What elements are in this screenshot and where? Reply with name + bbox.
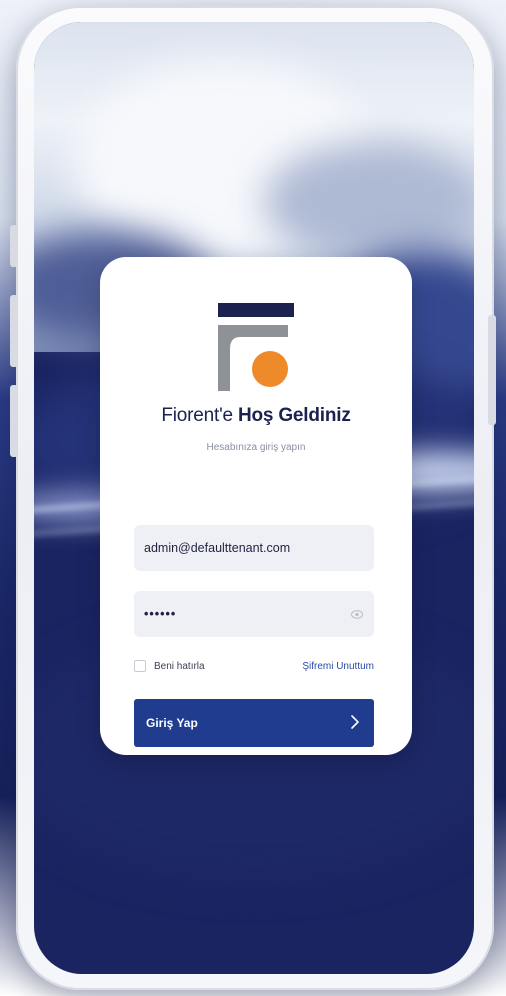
welcome-subtitle: Hesabınıza giriş yapın bbox=[206, 442, 306, 453]
remember-checkbox[interactable] bbox=[134, 660, 146, 672]
fiorent-logo bbox=[218, 303, 294, 391]
password-field[interactable]: •••••• bbox=[134, 591, 374, 637]
chevron-right-icon bbox=[350, 714, 360, 733]
phone-side-button bbox=[10, 225, 18, 267]
login-button[interactable]: Giriş Yap bbox=[134, 699, 374, 747]
login-button-label: Giriş Yap bbox=[146, 716, 198, 730]
phone-power-button bbox=[488, 315, 496, 425]
login-card: Fiorent'e Hoş Geldiniz Hesabınıza giriş … bbox=[100, 257, 412, 755]
phone-volume-down-button bbox=[10, 385, 18, 457]
welcome-title-bold: Hoş Geldiniz bbox=[237, 405, 351, 426]
phone-volume-up-button bbox=[10, 295, 18, 367]
eye-icon[interactable] bbox=[350, 607, 364, 621]
phone-screen: Fiorent'e Hoş Geldiniz Hesabınıza giriş … bbox=[34, 22, 474, 974]
remember-label: Beni hatırla bbox=[154, 660, 205, 672]
email-value: admin@defaulttenant.com bbox=[144, 541, 291, 555]
forgot-password-link[interactable]: Şifremi Unuttum bbox=[302, 661, 374, 672]
email-field[interactable]: admin@defaulttenant.com bbox=[134, 525, 374, 571]
welcome-title: Fiorent'e Hoş Geldiniz bbox=[100, 405, 412, 427]
remember-row: Beni hatırla Şifremi Unuttum bbox=[134, 657, 374, 675]
welcome-title-prefix: Fiorent'e bbox=[161, 405, 238, 426]
remember-me[interactable]: Beni hatırla bbox=[134, 660, 205, 672]
password-value: •••••• bbox=[144, 607, 177, 621]
